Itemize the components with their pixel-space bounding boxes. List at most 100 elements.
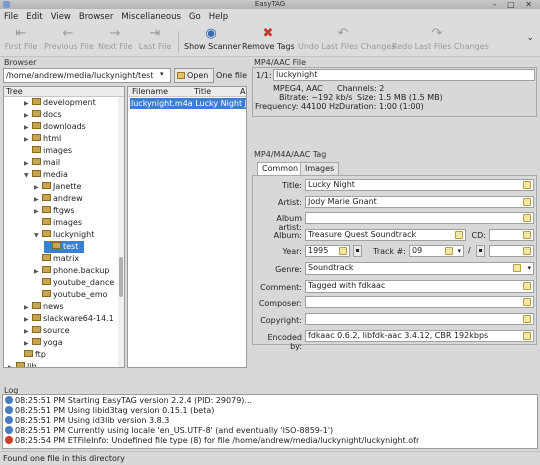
- pencil-icon[interactable]: [523, 181, 531, 189]
- pencil-icon[interactable]: [339, 247, 347, 255]
- artist-label: Artist:: [277, 198, 302, 207]
- tab-images[interactable]: Images: [300, 162, 340, 175]
- next-file-button[interactable]: → Next File: [98, 27, 133, 55]
- pencil-icon[interactable]: [523, 315, 531, 323]
- tree-item[interactable]: ▶ andrew: [34, 193, 83, 205]
- tab-common[interactable]: Common: [257, 162, 304, 175]
- menu-file[interactable]: File: [0, 9, 22, 25]
- comment-input[interactable]: Tagged with fdkaac: [305, 280, 534, 293]
- tree-item[interactable]: ▶ lib: [8, 361, 37, 367]
- menu-edit[interactable]: Edit: [22, 9, 46, 25]
- menu-view[interactable]: View: [47, 9, 75, 25]
- undo-icon: ↶: [337, 26, 349, 41]
- encoded-by-input[interactable]: fdkaac 0.6.2, libfdk-aac 3.4.12, CBR 192…: [305, 330, 534, 342]
- composer-input[interactable]: [305, 296, 534, 308]
- title-input[interactable]: Lucky Night: [305, 179, 534, 191]
- album-artist-input[interactable]: [305, 212, 534, 224]
- year-apply-button[interactable]: ▪: [353, 245, 362, 257]
- bitrate-info: Bitrate: ~192 kb/s: [279, 93, 353, 102]
- genre-dropdown-icon[interactable]: ▾: [527, 263, 531, 273]
- tree-item[interactable]: ▶ ftgws: [34, 205, 75, 217]
- window-title: EasyTAG: [254, 0, 286, 8]
- column-filename[interactable]: Filename: [132, 87, 168, 97]
- tree-item[interactable]: ftp: [16, 349, 46, 361]
- tree-item[interactable]: ▶ phone.backup: [34, 265, 110, 277]
- filename-input[interactable]: luckynight: [273, 69, 535, 81]
- folder-icon: [42, 266, 51, 273]
- tree-item[interactable]: matrix: [34, 253, 79, 265]
- tree-item[interactable]: ▶ source: [24, 325, 70, 337]
- tree-scrollbar-thumb[interactable]: [119, 257, 123, 297]
- open-button[interactable]: Open: [174, 68, 214, 83]
- pencil-icon[interactable]: [523, 198, 531, 206]
- tree-item[interactable]: ▶ html: [24, 133, 61, 145]
- track-input[interactable]: 09 ▾: [409, 245, 464, 257]
- pencil-icon[interactable]: [523, 214, 531, 222]
- tree-item[interactable]: ▶ slackware64-14.1: [24, 313, 114, 325]
- year-label: Year:: [282, 247, 303, 256]
- path-dropdown-icon[interactable]: ▾: [160, 70, 164, 78]
- menu-help[interactable]: Help: [205, 9, 232, 25]
- folder-icon: [32, 134, 41, 141]
- column-title[interactable]: Title: [194, 87, 211, 97]
- pencil-icon[interactable]: [523, 282, 531, 290]
- tree-item[interactable]: youtube_emo: [34, 289, 108, 301]
- pencil-icon[interactable]: [445, 247, 453, 255]
- tree-item[interactable]: ▼ luckynight: [34, 229, 94, 241]
- album-artist-label: Album artist:: [276, 214, 302, 232]
- menu-miscellaneous[interactable]: Miscellaneous: [117, 9, 185, 25]
- tree-item[interactable]: images: [34, 217, 82, 229]
- tree-item[interactable]: ▶ mail: [24, 157, 60, 169]
- tree-item[interactable]: images: [24, 145, 72, 157]
- pencil-icon[interactable]: [513, 264, 521, 272]
- chevron-down-icon[interactable]: ⌄: [526, 33, 534, 43]
- pencil-icon[interactable]: [523, 247, 531, 255]
- menu-browser[interactable]: Browser: [75, 9, 117, 25]
- log-list[interactable]: 08:25:51 PM Starting EasyTAG version 2.2…: [2, 394, 538, 449]
- browser-label: Browser: [4, 58, 37, 67]
- genre-select[interactable]: Soundtrack ▾: [305, 262, 534, 275]
- track-dropdown-icon[interactable]: ▾: [457, 246, 461, 256]
- tree-item[interactable]: ▶ docs: [24, 109, 62, 121]
- remove-tags-button[interactable]: ✖ Remove Tags: [242, 27, 295, 55]
- tree-scrollbar[interactable]: [118, 97, 124, 367]
- pencil-icon[interactable]: [455, 231, 463, 239]
- file-list[interactable]: Filename Title A luckynight.m4a Lucky Ni…: [127, 86, 247, 368]
- file-row[interactable]: luckynight.m4a Lucky Night Jo: [130, 98, 246, 109]
- tree-item[interactable]: ▼ media: [24, 169, 68, 181]
- tree-item[interactable]: ▶ downloads: [24, 121, 86, 133]
- channels-info: Channels: 2: [337, 84, 385, 93]
- tree-item[interactable]: ▶ Janette: [34, 181, 81, 193]
- artist-input[interactable]: Jody Marie Gnant: [305, 196, 534, 208]
- year-input[interactable]: 1995: [305, 245, 350, 257]
- show-scanner-button[interactable]: ◉ Show Scanner: [184, 27, 241, 55]
- first-file-icon: ⇤: [15, 26, 27, 41]
- cd-input[interactable]: [489, 229, 534, 241]
- tree-item-selected[interactable]: test: [44, 241, 84, 253]
- album-input[interactable]: Treasure Quest Soundtrack: [305, 229, 466, 241]
- directory-tree[interactable]: Tree ▶ development ▶ docs ▶ downloads ▶ html…: [3, 86, 125, 368]
- redo-button[interactable]: ↷ Redo Last Files Changes: [392, 26, 489, 55]
- pencil-icon[interactable]: [523, 231, 531, 239]
- copyright-input[interactable]: [305, 313, 534, 325]
- previous-file-button[interactable]: ← Previous File: [44, 27, 94, 55]
- track-apply-button[interactable]: ▪: [476, 245, 485, 257]
- path-input[interactable]: /home/andrew/media/luckynight/test: [3, 68, 171, 83]
- tree-item[interactable]: ▶ yoga: [24, 337, 63, 349]
- undo-button[interactable]: ↶ Undo Last Files Changes: [298, 26, 396, 55]
- redo-icon: ↷: [431, 26, 443, 41]
- column-artist[interactable]: A: [240, 87, 245, 97]
- track-total-input[interactable]: [489, 245, 534, 257]
- pencil-icon[interactable]: [523, 298, 531, 306]
- tree-item[interactable]: ▶ news: [24, 301, 64, 313]
- first-file-button[interactable]: ⇤ First File: [4, 27, 38, 55]
- tree-item[interactable]: youtube_dance: [34, 277, 114, 289]
- log-row: 08:25:51 PM Using libid3tag version 0.15…: [5, 405, 214, 416]
- menu-go[interactable]: Go: [185, 9, 205, 25]
- last-file-button[interactable]: ⇥ Last File: [138, 27, 172, 55]
- folder-icon: [32, 98, 41, 105]
- window-controls[interactable]: – □ ✕: [493, 0, 536, 9]
- tree-item[interactable]: ▶ development: [24, 97, 96, 109]
- pencil-icon[interactable]: [523, 332, 531, 340]
- toolbar-separator: [178, 31, 179, 53]
